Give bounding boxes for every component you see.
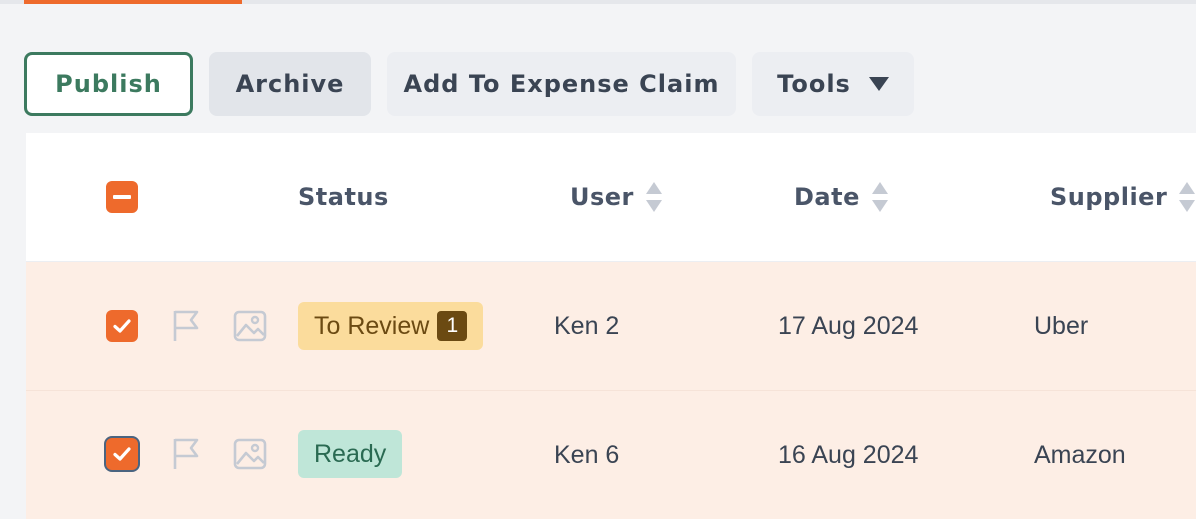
- image-icon[interactable]: [233, 438, 267, 470]
- sort-icon[interactable]: [1179, 182, 1196, 212]
- archive-button[interactable]: Archive: [209, 52, 371, 116]
- supplier-header-label: Supplier: [1050, 183, 1168, 211]
- image-icon[interactable]: [233, 310, 267, 342]
- status-badge-label: To Review: [314, 311, 430, 340]
- comment-count-badge: 1: [437, 311, 468, 341]
- tools-button-label: Tools: [777, 70, 851, 98]
- archive-button-label: Archive: [235, 70, 345, 98]
- chevron-down-icon: [868, 77, 889, 91]
- status-badge: Ready: [298, 430, 403, 478]
- row-checkbox[interactable]: [106, 438, 138, 470]
- table-row[interactable]: Ready Ken 6 16 Aug 2024 Amazon: [26, 391, 1196, 519]
- date-cell: 17 Aug 2024: [778, 311, 919, 340]
- tools-dropdown-button[interactable]: Tools: [752, 52, 914, 116]
- column-header-supplier[interactable]: Supplier: [1050, 133, 1196, 261]
- user-cell: Ken 2: [554, 311, 620, 340]
- sort-icon[interactable]: [871, 182, 888, 212]
- sort-icon[interactable]: [645, 182, 662, 212]
- flag-icon[interactable]: [172, 437, 204, 471]
- date-cell: 16 Aug 2024: [778, 440, 919, 469]
- table-row[interactable]: To Review 1 Ken 2 17 Aug 2024 Uber: [26, 262, 1196, 391]
- date-header-label: Date: [794, 183, 860, 211]
- status-badge: To Review 1: [298, 302, 484, 350]
- receipts-table: Status User Date Supplier To Review 1 Ke…: [26, 133, 1196, 519]
- user-cell: Ken 6: [554, 440, 620, 469]
- column-header-status: Status: [298, 133, 389, 261]
- supplier-cell: Uber: [1034, 311, 1089, 340]
- check-icon: [113, 447, 131, 461]
- flag-icon[interactable]: [172, 309, 204, 343]
- column-header-date[interactable]: Date: [794, 133, 888, 261]
- add-to-expense-claim-button[interactable]: Add To Expense Claim: [387, 52, 736, 116]
- status-header-label: Status: [298, 183, 389, 211]
- column-header-user[interactable]: User: [570, 133, 662, 261]
- publish-button-label: Publish: [55, 70, 162, 98]
- supplier-cell: Amazon: [1034, 440, 1126, 469]
- row-checkbox[interactable]: [106, 310, 138, 342]
- active-tab-indicator: [24, 0, 242, 4]
- user-header-label: User: [570, 183, 634, 211]
- select-all-checkbox[interactable]: [106, 181, 138, 213]
- status-badge-label: Ready: [314, 439, 387, 468]
- publish-button[interactable]: Publish: [24, 52, 193, 116]
- table-header: Status User Date Supplier: [26, 133, 1196, 262]
- check-icon: [113, 319, 131, 333]
- add-to-expense-claim-button-label: Add To Expense Claim: [403, 70, 720, 98]
